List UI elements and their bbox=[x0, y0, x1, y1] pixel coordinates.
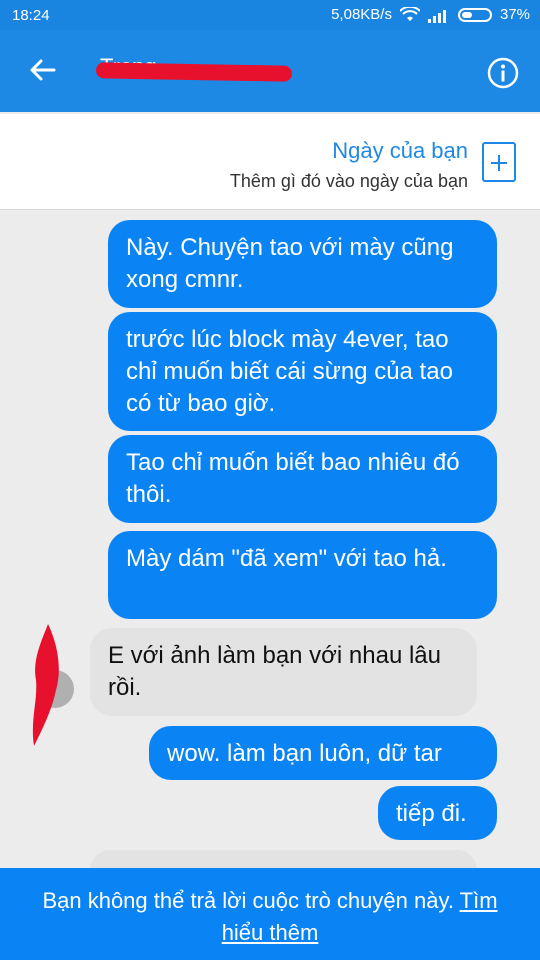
message-bubble-outgoing: tiếp đi. bbox=[378, 786, 497, 840]
redaction-mark bbox=[95, 62, 293, 82]
banner-title[interactable]: Ngày của bạn bbox=[332, 138, 468, 164]
cannot-reply-notice: Bạn không thể trả lời cuộc trò chuyện nà… bbox=[42, 888, 454, 913]
my-day-banner[interactable]: Ngày của bạn Thêm gì đó vào ngày của bạn bbox=[0, 114, 540, 210]
message-bubble-outgoing: Tao chỉ muốn biết bao nhiêu đó thôi. bbox=[108, 435, 497, 523]
app-bar: Trang bbox=[0, 30, 540, 112]
info-button[interactable] bbox=[486, 56, 522, 92]
status-time: 18:24 bbox=[12, 7, 50, 24]
info-icon bbox=[487, 57, 519, 89]
redaction-mark bbox=[32, 624, 59, 746]
message-bubble-outgoing: Này. Chuyện tao với mày cũng xong cmnr. bbox=[108, 220, 497, 308]
cannot-reply-banner: Bạn không thể trả lời cuộc trò chuyện nà… bbox=[0, 868, 540, 960]
status-icons: 5,08KB/s 37% bbox=[331, 6, 530, 23]
message-bubble-outgoing: wow. làm bạn luôn, dữ tar bbox=[149, 726, 497, 780]
wifi-icon bbox=[399, 6, 420, 21]
banner-subtitle: Thêm gì đó vào ngày của bạn bbox=[229, 171, 468, 191]
arrow-left-icon bbox=[30, 59, 56, 81]
network-speed: 5,08KB/s bbox=[331, 6, 392, 23]
message-bubble-incoming: E với ảnh làm bạn với nhau lâu rồi. bbox=[90, 628, 477, 716]
battery-icon bbox=[457, 7, 492, 22]
message-bubble-outgoing: trước lúc block mày 4ever, tao chỉ muốn … bbox=[108, 312, 497, 431]
battery-percent: 37% bbox=[499, 6, 530, 23]
back-button[interactable] bbox=[22, 50, 62, 90]
status-bar: 18:24 5,08KB/s 37% bbox=[0, 0, 540, 30]
message-bubble-outgoing: Mày dám "đã xem" với tao hả. bbox=[108, 531, 497, 619]
signal-icon bbox=[427, 9, 446, 23]
plus-square-icon[interactable] bbox=[482, 142, 516, 182]
